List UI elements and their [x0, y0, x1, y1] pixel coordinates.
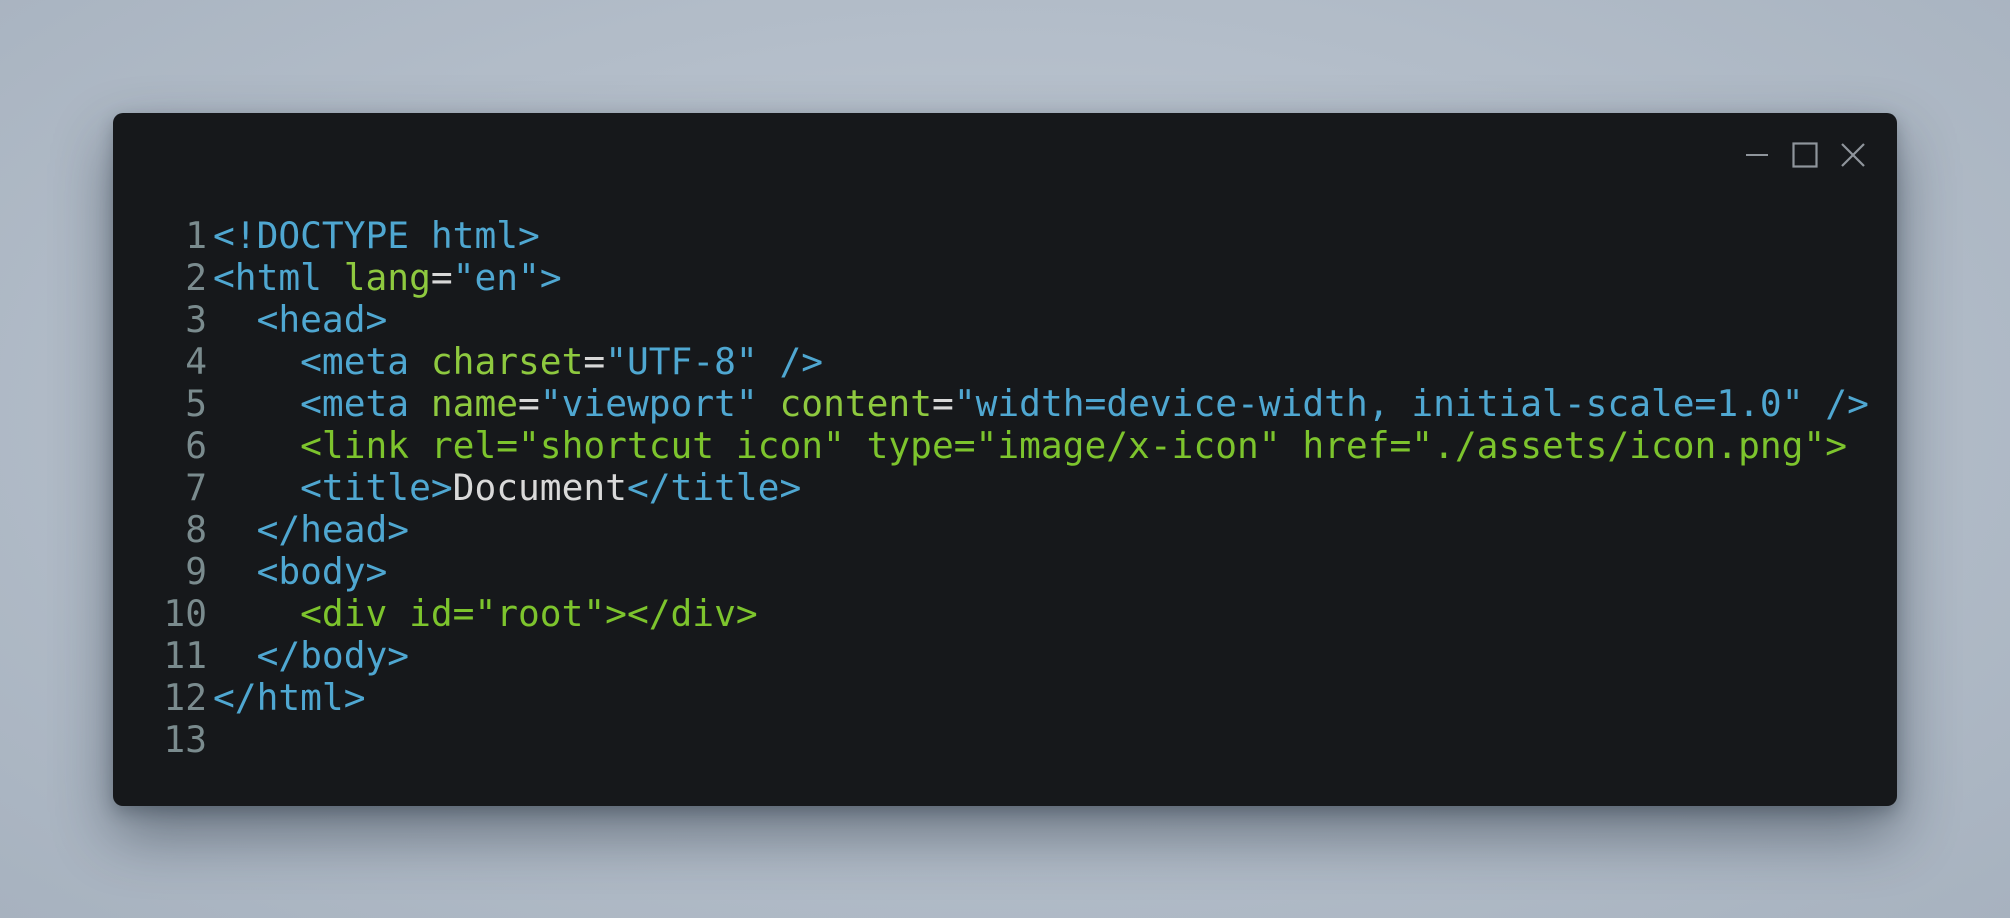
code-token: /> [757, 340, 824, 383]
line-content: </head> [213, 508, 410, 551]
line-content: <body> [213, 550, 388, 593]
code-token: name [430, 382, 519, 425]
code-token: = [518, 382, 540, 425]
code-window: 1 <!DOCTYPE html> 2 <html lang="en"> 3 <head… [113, 113, 1897, 806]
line-content: <html lang="en"> [213, 257, 562, 299]
code-token: <meta [213, 382, 431, 425]
code-token: <div id="root"></div> [213, 592, 758, 635]
code-line: 10 <div id="root"></div> [143, 593, 1877, 635]
code-line: 7 <title>Document</title> [143, 467, 1877, 509]
code-token: = [430, 256, 453, 299]
line-content: <meta charset="UTF-8" /> [213, 341, 823, 383]
code-line: 5 <meta name="viewport" content="width=d… [143, 383, 1877, 425]
line-content: <div id="root"></div> [213, 593, 758, 635]
line-content: <!DOCTYPE html> [213, 215, 540, 257]
code-token: "width=device-width, initial-scale=1.0" [953, 382, 1804, 425]
code-line: 9 <body> [143, 551, 1877, 593]
code-token: <meta [213, 340, 431, 383]
code-token: > [539, 256, 562, 299]
maximize-icon[interactable] [1791, 141, 1819, 169]
line-content: <title>Document</title> [213, 467, 801, 509]
code-token: <link rel="shortcut icon" type="image/x-… [213, 424, 1848, 467]
code-token: "UTF-8" [605, 340, 758, 383]
code-line: 3 <head> [143, 299, 1877, 341]
close-icon[interactable] [1839, 141, 1867, 169]
line-number: 7 [185, 466, 207, 509]
code-line: 12 </html> [143, 677, 1877, 719]
code-token: </html> [213, 676, 366, 719]
line-content: </html> [213, 677, 366, 719]
code-token: lang [343, 256, 431, 299]
code-token: /> [1803, 382, 1869, 425]
code-line: 2 <html lang="en"> [143, 257, 1877, 299]
code-token: <title> [213, 466, 453, 509]
code-token: content [779, 382, 933, 425]
line-content: <head> [213, 298, 388, 341]
code-token: </body> [213, 634, 410, 677]
code-token: <head> [213, 298, 388, 341]
code-token: "en" [452, 256, 540, 299]
code-token: </head> [213, 508, 410, 551]
code-token: <body> [213, 550, 388, 593]
code-token: </title> [626, 466, 802, 509]
line-number: 4 [185, 340, 207, 383]
code-token: charset [430, 340, 584, 383]
code-token: = [932, 382, 954, 425]
line-number: 6 [185, 424, 207, 467]
line-number: 8 [185, 508, 207, 551]
code-line: 4 <meta charset="UTF-8" /> [143, 341, 1877, 383]
line-number: 1 [185, 214, 207, 257]
code-editor[interactable]: 1 <!DOCTYPE html> 2 <html lang="en"> 3 <head… [143, 215, 1877, 761]
line-number: 3 [185, 298, 207, 341]
line-number: 12 [163, 676, 207, 719]
minimize-icon[interactable] [1743, 141, 1771, 169]
code-line: 11 </body> [143, 635, 1877, 677]
line-content: <link rel="shortcut icon" type="image/x-… [213, 425, 1847, 467]
line-number: 5 [185, 382, 207, 425]
window-controls [1743, 141, 1867, 169]
line-number: 9 [185, 550, 207, 593]
code-line: 8 </head> [143, 509, 1877, 551]
line-number: 13 [163, 718, 207, 761]
code-line: 13 [143, 719, 1877, 761]
line-content: <meta name="viewport" content="width=dev… [213, 383, 1869, 425]
line-number: 11 [163, 634, 207, 677]
code-token: = [583, 340, 606, 383]
code-line: 1 <!DOCTYPE html> [143, 215, 1877, 257]
code-token: "viewport" [539, 382, 758, 425]
line-content: </body> [213, 634, 410, 677]
code-token: <!DOCTYPE html> [213, 214, 540, 257]
code-token: <html [213, 256, 344, 299]
code-line: 6 <link rel="shortcut icon" type="image/… [143, 425, 1877, 467]
code-token: Document [452, 466, 627, 509]
line-number: 2 [185, 256, 207, 299]
line-number: 10 [163, 592, 207, 635]
